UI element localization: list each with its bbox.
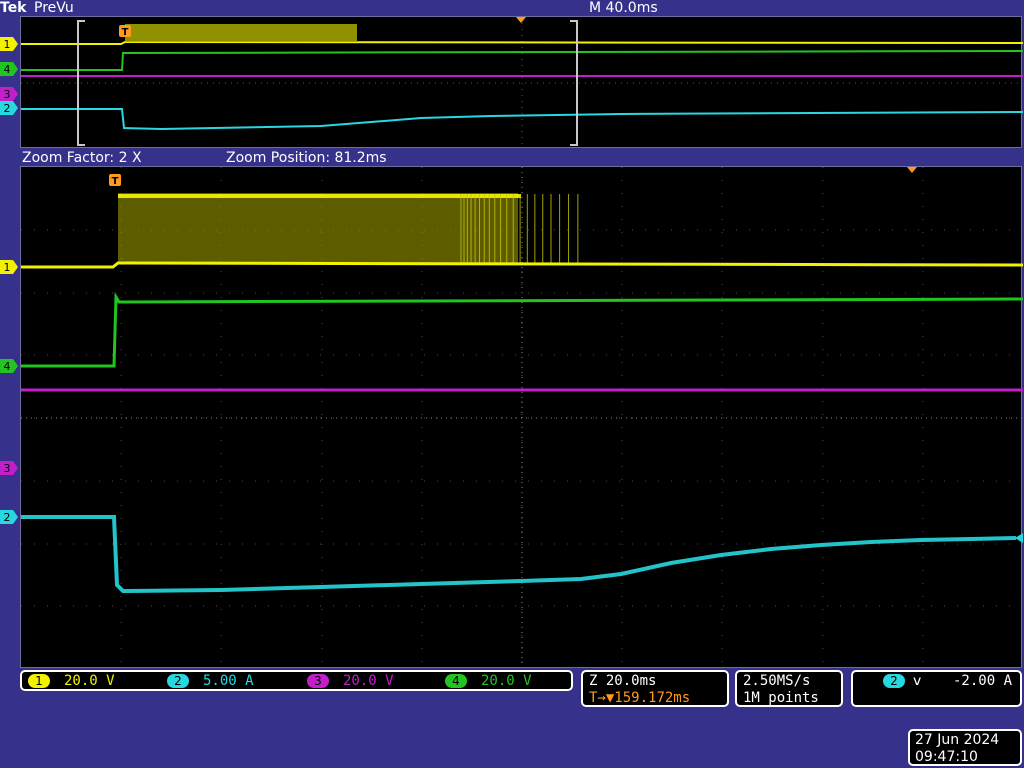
- ch1-scale: 20.0 V: [64, 673, 115, 689]
- horizontal-settings-readout[interactable]: Z 20.0ms T→▼159.172ms: [581, 670, 729, 707]
- svg-text:1: 1: [4, 38, 11, 51]
- zoomed-ch1-burst: [118, 193, 579, 263]
- trigger-source-badge: 2: [883, 674, 905, 688]
- vertical-settings-readout[interactable]: 1 20.0 V 2 5.00 A 3 20.0 V 4 20.0 V: [20, 670, 573, 691]
- ch4-scale-readout[interactable]: 4 20.0 V: [445, 673, 532, 689]
- oscilloscope-screen: Tek PreVu M 40.0ms T 1 4 3 2 Zoom Factor…: [0, 0, 1024, 768]
- trigger-position-icon: T→▼: [589, 690, 615, 706]
- zoomed-ch1-marker[interactable]: 1: [0, 260, 20, 274]
- overview-ch4-marker[interactable]: 4: [0, 62, 20, 76]
- overview-ch1-marker[interactable]: 1: [0, 37, 20, 51]
- time: 09:47:10: [915, 749, 978, 765]
- trigger-level-marker[interactable]: [1015, 533, 1023, 543]
- burst-fill: [118, 193, 518, 263]
- zoomed-ch2-trace: [21, 515, 1017, 594]
- overview-waveform-window[interactable]: T: [20, 16, 1023, 149]
- zoomed-ch1-trace: [21, 261, 1023, 269]
- svg-text:T: T: [122, 27, 129, 38]
- ch3-badge: 3: [307, 674, 329, 688]
- zoomed-trigger-marker: T: [109, 174, 129, 188]
- zoomed-waveform-svg: [21, 167, 1023, 669]
- trigger-source-badge-wrap: 2ⅴ: [883, 673, 921, 689]
- ch1-badge: 1: [28, 674, 50, 688]
- ch1-scale-readout[interactable]: 1 20.0 V: [28, 673, 115, 689]
- zoomed-ch2-marker[interactable]: 2: [0, 510, 20, 524]
- svg-text:3: 3: [4, 462, 11, 475]
- date: 27 Jun 2024: [915, 732, 1000, 748]
- main-timebase-readout: M 40.0ms: [589, 0, 658, 16]
- ch3-scale: 20.0 V: [343, 673, 394, 689]
- ch3-scale-readout[interactable]: 3 20.0 V: [307, 673, 394, 689]
- svg-text:T: T: [112, 176, 119, 187]
- overview-ch1-trace: [21, 40, 1023, 45]
- svg-text:4: 4: [4, 63, 11, 76]
- trigger-position-value: 159.172ms: [614, 690, 691, 706]
- overview-ch1-burst: [125, 24, 357, 42]
- svg-text:2: 2: [4, 102, 11, 115]
- zoom-timebase: Z 20.0ms: [589, 673, 657, 689]
- mode-label: PreVu: [34, 0, 74, 16]
- record-length: 1M points: [743, 690, 819, 706]
- zoom-position-readout: Zoom Position: 81.2ms: [226, 150, 387, 166]
- ch2-scale-readout[interactable]: 2 5.00 A: [167, 673, 254, 689]
- zoom-factor-readout: Zoom Factor: 2 X: [22, 150, 142, 166]
- overview-ch3-marker[interactable]: 3: [0, 87, 20, 101]
- svg-text:1: 1: [4, 261, 11, 274]
- sample-rate: 2.50MS/s: [743, 673, 811, 689]
- trigger-level: -2.00 A: [953, 673, 1013, 689]
- svg-text:4: 4: [4, 360, 11, 373]
- trigger-position-readout: T→▼159.172ms: [589, 690, 690, 706]
- overview-trigger-position-marker: [516, 17, 526, 23]
- acquisition-settings-readout[interactable]: 2.50MS/s 1M points: [735, 670, 843, 707]
- ch2-scale: 5.00 A: [203, 673, 254, 689]
- ch4-badge: 4: [445, 674, 467, 688]
- zoomed-ch4-marker[interactable]: 4: [0, 359, 20, 373]
- ch4-scale: 20.0 V: [481, 673, 532, 689]
- overview-waveform-svg: [21, 17, 1023, 149]
- overview-ch2-marker[interactable]: 2: [0, 101, 20, 115]
- svg-text:3: 3: [4, 88, 11, 101]
- overview-trigger-marker: T: [119, 25, 139, 39]
- zoomed-trigger-position-marker: [907, 167, 917, 173]
- falling-edge-icon: ⅴ: [913, 673, 922, 689]
- trigger-settings-readout[interactable]: 2ⅴ -2.00 A: [851, 670, 1022, 707]
- ch2-badge: 2: [167, 674, 189, 688]
- brand-label: Tek: [0, 0, 27, 16]
- datetime-readout: 27 Jun 2024 09:47:10: [908, 729, 1022, 766]
- svg-text:2: 2: [4, 511, 11, 524]
- zoomed-ch3-marker[interactable]: 3: [0, 461, 20, 475]
- zoomed-waveform-window[interactable]: T: [20, 166, 1023, 669]
